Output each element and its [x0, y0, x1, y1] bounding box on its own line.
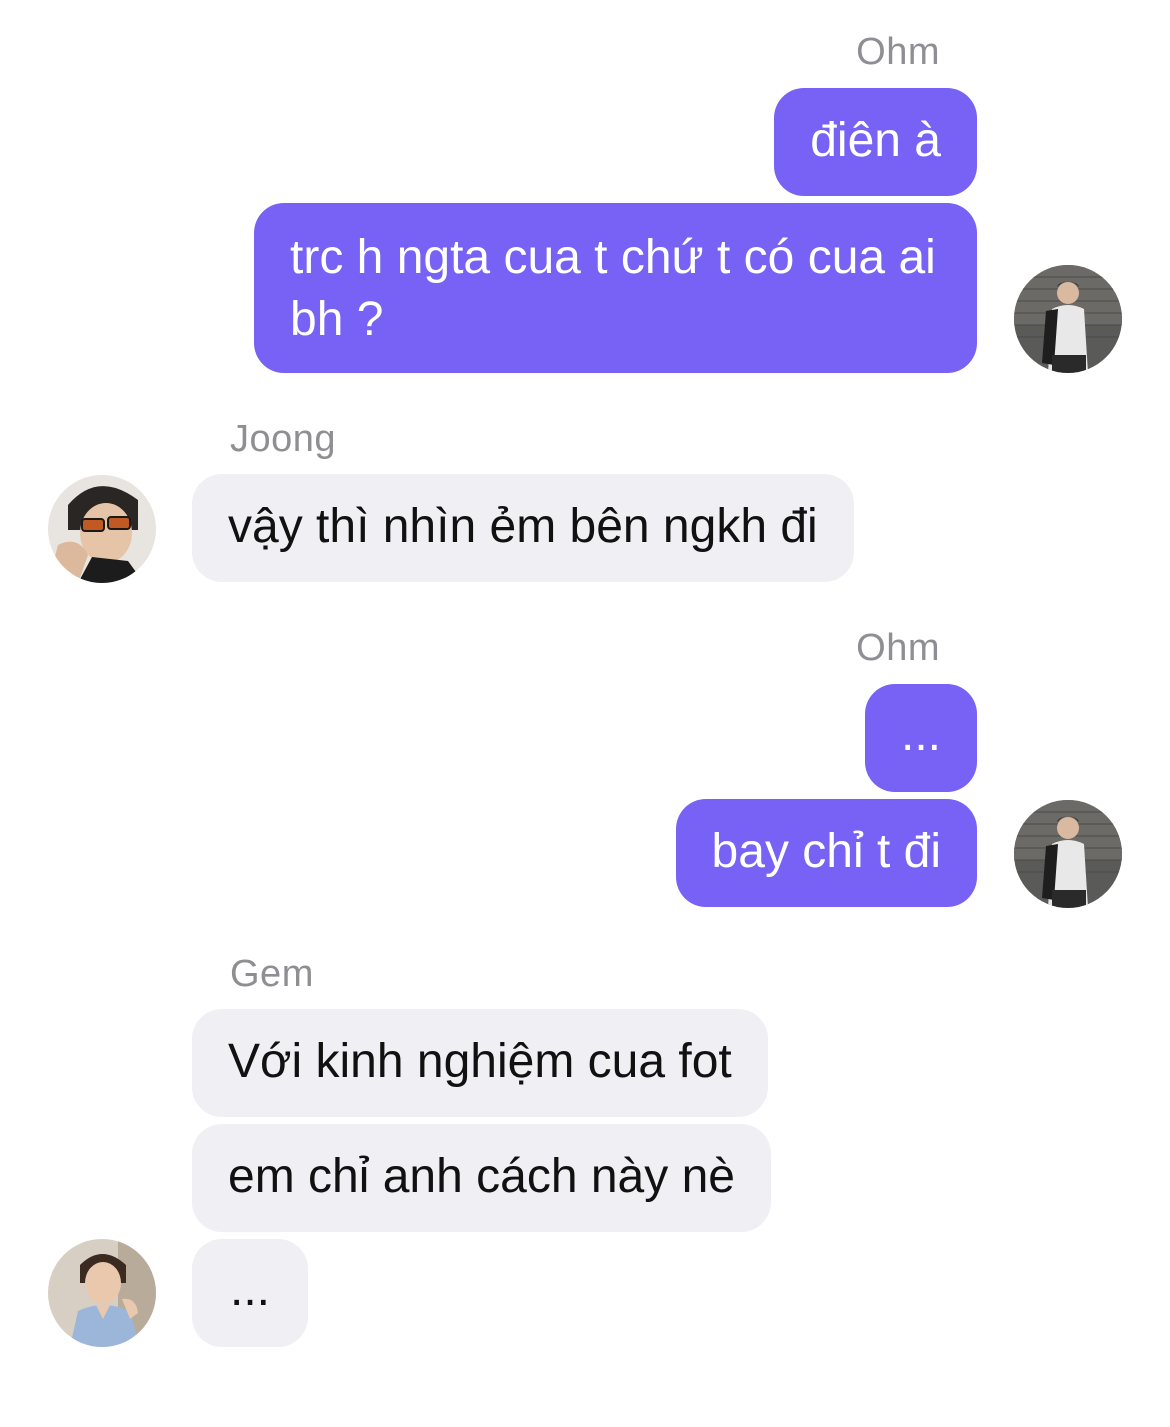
- message-bubble-outgoing[interactable]: ...: [864, 684, 977, 792]
- message-bubble-outgoing[interactable]: trc h ngta cua t chứ t có cua ai bh ?: [254, 203, 977, 373]
- avatar-ohm[interactable]: [1014, 800, 1122, 908]
- sender-name-gem: Gem: [230, 953, 314, 995]
- avatar-gem-photo-icon: [48, 1239, 156, 1347]
- sender-name-ohm: Ohm: [856, 31, 940, 73]
- avatar-joong[interactable]: [48, 475, 156, 583]
- avatar-gem[interactable]: [48, 1239, 156, 1347]
- message-bubble-incoming[interactable]: Với kinh nghiệm cua fot: [192, 1009, 768, 1117]
- sender-name-joong: Joong: [230, 418, 337, 460]
- message-bubble-incoming[interactable]: vậy thì nhìn ẻm bên ngkh đi: [192, 474, 854, 582]
- message-bubble-incoming[interactable]: ...: [192, 1239, 309, 1347]
- message-bubble-incoming[interactable]: em chỉ anh cách này nè: [192, 1124, 771, 1232]
- message-bubble-outgoing[interactable]: bay chỉ t đi: [675, 799, 977, 907]
- avatar-ohm-photo-icon: [1014, 800, 1122, 908]
- avatar-ohm[interactable]: [1014, 265, 1122, 373]
- avatar-joong-photo-icon: [48, 475, 156, 583]
- avatar-ohm-photo-icon: [1014, 265, 1122, 373]
- message-bubble-outgoing[interactable]: điên à: [774, 88, 977, 196]
- sender-name-ohm: Ohm: [856, 627, 940, 669]
